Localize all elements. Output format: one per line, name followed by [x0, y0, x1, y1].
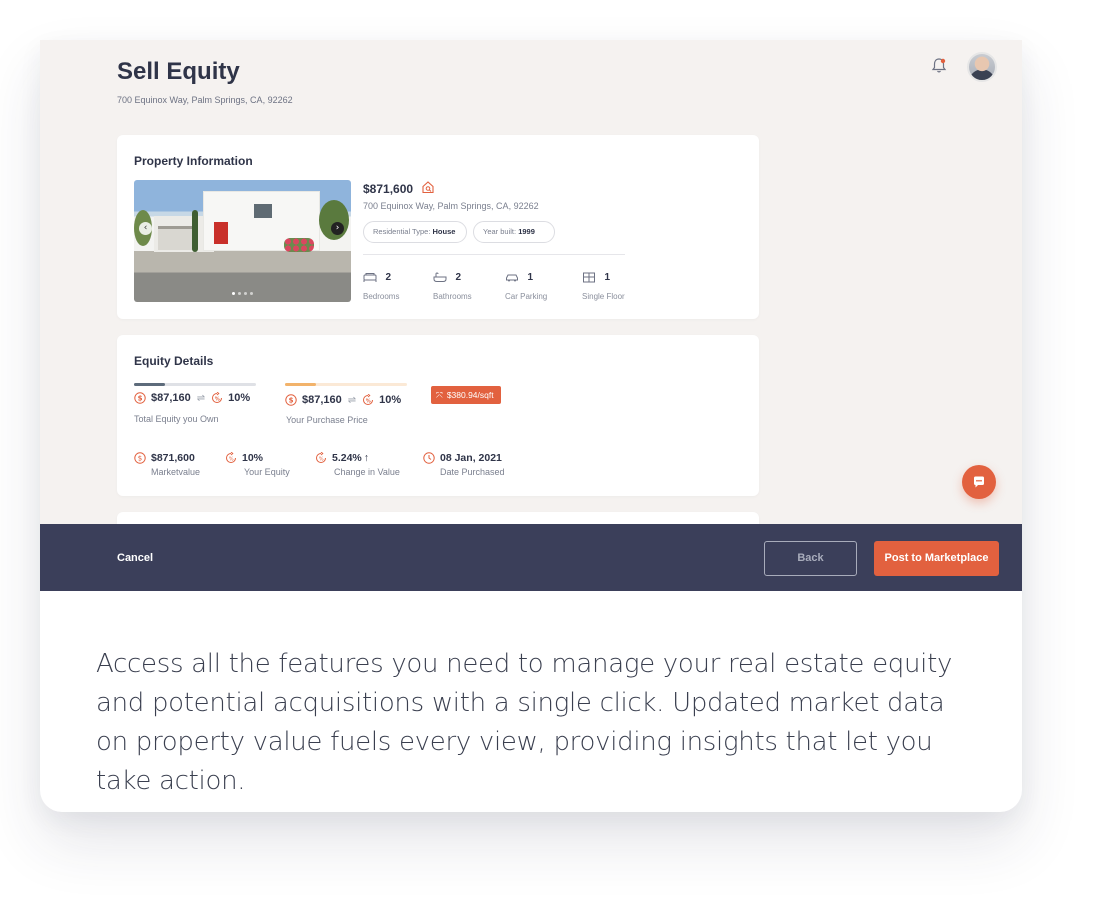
dollar-coin-icon: $ — [285, 394, 297, 406]
stat-date-purchased: 08 Jan, 2021 Date Purchased — [423, 449, 505, 477]
marketing-card: Sell Equity 700 Equinox Way, Palm Spring… — [40, 40, 1022, 812]
floor-plan-icon — [583, 272, 595, 283]
your-equity-value: 10% — [242, 451, 264, 464]
purchase-price-amount: $87,160 — [302, 394, 342, 406]
marketing-caption: Access all the features you need to mana… — [96, 649, 953, 796]
purchase-price-percent: 10% — [379, 394, 402, 406]
carousel-next-button[interactable]: › — [331, 222, 344, 235]
next-card-partial — [117, 512, 759, 524]
trend-up-icon: ↑ — [363, 451, 370, 464]
svg-text:$: $ — [138, 454, 142, 462]
bathrooms-count: 2 — [455, 272, 462, 284]
equity-details-card: Equity Details $ $87,160 ⇌ % 10% Total E… — [117, 335, 759, 496]
percent-cycle-icon: % — [363, 394, 374, 405]
svg-text:$: $ — [138, 395, 143, 403]
bedrooms-label: Bedrooms — [363, 292, 400, 301]
chat-button[interactable] — [962, 465, 996, 499]
feature-car-parking: 1 Car Parking — [505, 269, 547, 301]
car-parking-label: Car Parking — [505, 292, 548, 301]
svg-text:%: % — [215, 396, 220, 402]
car-parking-count: 1 — [527, 272, 534, 284]
stat-market-value: $ $871,600 Marketvalue — [134, 449, 200, 477]
clock-icon — [423, 452, 435, 464]
floors-label: Single Floor — [582, 292, 625, 301]
swap-arrows-icon: ⇌ — [196, 392, 206, 404]
home-search-icon — [422, 181, 434, 194]
change-in-value: 5.24% — [332, 451, 362, 464]
residential-type-pill: Residential Type: House — [363, 221, 467, 243]
year-built-label: Year built: — [483, 227, 517, 236]
divider — [363, 254, 625, 255]
year-built-value: 1999 — [518, 227, 535, 236]
equity-owned-progress — [134, 383, 256, 386]
car-icon — [506, 274, 518, 282]
bathrooms-label: Bathrooms — [433, 292, 472, 301]
market-value: $871,600 — [151, 451, 195, 464]
dollar-coin-icon: $ — [134, 392, 146, 404]
carousel-dot[interactable] — [238, 292, 241, 295]
dollar-coin-icon: $ — [134, 452, 146, 464]
carousel-dot[interactable] — [244, 292, 247, 295]
date-purchased-label: Date Purchased — [440, 467, 505, 477]
property-price: $871,600 — [363, 182, 414, 196]
svg-text:%: % — [319, 456, 324, 462]
user-avatar[interactable] — [967, 52, 997, 82]
property-address: 700 Equinox Way, Palm Springs, CA, 92262 — [363, 201, 539, 211]
change-in-value-label: Change in Value — [334, 467, 400, 477]
bedrooms-count: 2 — [385, 272, 392, 284]
stat-your-equity: % 10% Your Equity — [225, 449, 290, 477]
market-value-label: Marketvalue — [151, 467, 201, 477]
svg-text:%: % — [229, 456, 234, 462]
equity-owned-percent: 10% — [228, 392, 251, 404]
property-photo-carousel[interactable]: ‹ › — [134, 180, 351, 302]
svg-text:%: % — [366, 398, 371, 404]
equity-section-title: Equity Details — [134, 354, 214, 368]
notification-bell-icon[interactable] — [929, 56, 949, 76]
percent-cycle-icon: % — [212, 392, 223, 403]
feature-floors: 1 Single Floor — [582, 269, 625, 301]
expand-arrows-icon: ⤧ — [436, 391, 443, 401]
bathtub-icon — [433, 272, 447, 283]
equity-owned-row: $ $87,160 ⇌ % 10% — [134, 392, 250, 404]
percent-cycle-icon: % — [226, 451, 236, 463]
price-per-sqft-badge: ⤧ $380.94/sqft — [431, 386, 501, 404]
purchase-price-row: $ $87,160 ⇌ % 10% — [285, 394, 401, 406]
purchase-price-progress — [285, 383, 407, 386]
cancel-button[interactable]: Cancel — [117, 552, 153, 564]
equity-owned-amount: $87,160 — [151, 392, 191, 404]
app-screen: Sell Equity 700 Equinox Way, Palm Spring… — [40, 40, 1022, 524]
bed-icon — [363, 273, 377, 283]
residential-type-label: Residential Type: — [373, 227, 431, 236]
page-address: 700 Equinox Way, Palm Springs, CA, 92262 — [117, 95, 293, 105]
carousel-dot[interactable] — [232, 292, 235, 295]
residential-type-value: House — [432, 227, 456, 236]
property-info-card: Property Information ‹ › $871,600 700 Eq… — [117, 135, 759, 319]
action-footer: Cancel Back Post to Marketplace — [40, 524, 1022, 591]
back-button[interactable]: Back — [764, 541, 857, 576]
post-to-marketplace-button[interactable]: Post to Marketplace — [874, 541, 999, 576]
price-per-sqft-value: $380.94/sqft — [446, 390, 494, 400]
swap-arrows-icon: ⇌ — [347, 394, 357, 406]
chat-bubble-icon — [974, 476, 984, 488]
page-title: Sell Equity — [117, 58, 240, 85]
stat-change-in-value: % 5.24% ↑ Change in Value — [315, 449, 400, 477]
percent-cycle-icon: % — [316, 451, 326, 463]
feature-bathrooms: 2 Bathrooms — [433, 269, 472, 301]
purchase-price-label: Your Purchase Price — [286, 415, 368, 425]
year-built-pill: Year built: 1999 — [473, 221, 555, 243]
feature-bedrooms: 2 Bedrooms — [363, 269, 399, 301]
date-purchased: 08 Jan, 2021 — [440, 451, 502, 464]
carousel-prev-button[interactable]: ‹ — [139, 222, 152, 235]
your-equity-label: Your Equity — [244, 467, 290, 477]
equity-owned-label: Total Equity you Own — [134, 414, 219, 424]
carousel-dots[interactable] — [232, 292, 253, 295]
floors-count: 1 — [604, 272, 611, 284]
property-section-title: Property Information — [134, 154, 253, 168]
svg-text:$: $ — [289, 397, 294, 405]
carousel-dot[interactable] — [250, 292, 253, 295]
